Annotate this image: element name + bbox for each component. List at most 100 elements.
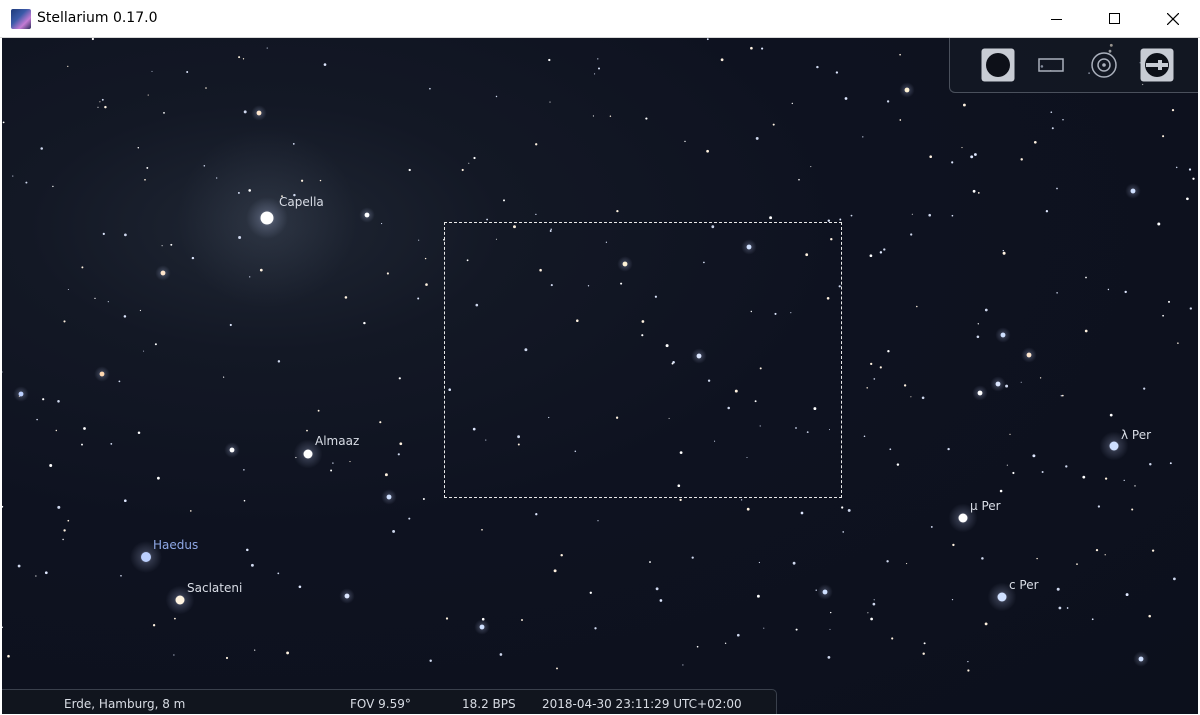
star bbox=[1130, 188, 1136, 194]
star bbox=[137, 431, 141, 434]
star bbox=[81, 443, 83, 446]
star bbox=[947, 447, 950, 451]
close-button[interactable] bbox=[1144, 0, 1200, 38]
star bbox=[887, 350, 890, 353]
star bbox=[266, 47, 268, 49]
window-title: Stellarium 0.17.0 bbox=[37, 10, 158, 26]
star bbox=[408, 168, 411, 172]
star bbox=[1104, 477, 1108, 480]
star bbox=[246, 548, 249, 552]
star bbox=[706, 38, 709, 41]
star bbox=[1097, 505, 1101, 508]
star bbox=[63, 529, 66, 532]
star bbox=[319, 179, 322, 182]
minimize-button[interactable] bbox=[1028, 0, 1086, 38]
ocular-config-button[interactable] bbox=[1140, 48, 1174, 82]
star bbox=[549, 101, 551, 103]
star bbox=[499, 653, 503, 656]
star bbox=[844, 97, 848, 100]
star bbox=[1173, 577, 1176, 581]
star bbox=[1084, 329, 1088, 333]
star bbox=[1177, 342, 1179, 344]
star bbox=[872, 602, 876, 606]
star bbox=[139, 309, 141, 312]
star bbox=[2, 121, 5, 124]
star bbox=[659, 599, 663, 602]
star bbox=[841, 506, 844, 509]
star bbox=[1002, 251, 1006, 255]
star bbox=[645, 117, 648, 120]
star bbox=[761, 47, 764, 50]
star bbox=[958, 513, 968, 523]
star bbox=[755, 136, 759, 140]
star bbox=[1109, 413, 1113, 417]
star bbox=[189, 510, 192, 512]
star bbox=[110, 443, 113, 445]
star bbox=[560, 553, 563, 557]
telrad-finder-button[interactable] bbox=[1087, 48, 1121, 82]
star bbox=[124, 233, 127, 237]
star bbox=[381, 223, 383, 225]
star bbox=[995, 381, 1001, 387]
star bbox=[18, 391, 24, 397]
star bbox=[292, 143, 295, 145]
star bbox=[928, 213, 931, 217]
ocular-view-button[interactable] bbox=[981, 48, 1015, 82]
star bbox=[535, 143, 538, 146]
star bbox=[1050, 111, 1053, 114]
star bbox=[556, 667, 558, 670]
star bbox=[967, 660, 969, 663]
star bbox=[1062, 119, 1064, 121]
star bbox=[951, 598, 954, 601]
star bbox=[1107, 288, 1110, 291]
star bbox=[468, 162, 470, 164]
star bbox=[123, 315, 127, 318]
star bbox=[756, 594, 760, 598]
star bbox=[679, 498, 682, 502]
star bbox=[277, 360, 281, 363]
star bbox=[17, 564, 21, 568]
star bbox=[910, 396, 912, 398]
star bbox=[879, 251, 883, 254]
datetime-text: 2018-04-30 23:11:29 UTC+02:00 bbox=[542, 697, 742, 711]
star bbox=[1009, 433, 1011, 435]
title-bar[interactable]: Stellarium 0.17.0 bbox=[0, 0, 1200, 38]
maximize-button[interactable] bbox=[1086, 0, 1144, 38]
star bbox=[746, 507, 750, 511]
star bbox=[1186, 197, 1189, 201]
star bbox=[120, 575, 122, 577]
star bbox=[364, 212, 370, 218]
star bbox=[535, 213, 537, 216]
label-haedus: Haedus bbox=[153, 538, 199, 552]
star bbox=[910, 233, 913, 236]
star bbox=[976, 335, 980, 339]
fov-text: FOV 9.59° bbox=[350, 697, 411, 711]
star bbox=[961, 147, 963, 149]
label-capella: Capella bbox=[279, 195, 324, 209]
star bbox=[891, 637, 894, 640]
star bbox=[1123, 479, 1125, 482]
star bbox=[1134, 485, 1136, 487]
star bbox=[57, 400, 60, 403]
sky-view[interactable]: Capella Almaaz Haedus Saclateni μ Per λ … bbox=[2, 38, 1198, 714]
star bbox=[1104, 554, 1106, 556]
star bbox=[1002, 249, 1004, 252]
star bbox=[1171, 108, 1175, 112]
sensor-frame-button[interactable] bbox=[1034, 48, 1068, 82]
star bbox=[1020, 381, 1022, 383]
star bbox=[398, 377, 401, 380]
star bbox=[1095, 548, 1099, 552]
star bbox=[36, 418, 38, 421]
star bbox=[1065, 465, 1068, 468]
star bbox=[495, 95, 498, 98]
star bbox=[962, 103, 966, 107]
star bbox=[1091, 618, 1094, 621]
star bbox=[896, 463, 900, 466]
star bbox=[481, 617, 485, 621]
ocular-telescope-icon bbox=[1140, 48, 1174, 82]
star bbox=[174, 617, 176, 620]
star bbox=[397, 453, 400, 456]
star bbox=[386, 272, 389, 275]
star bbox=[107, 301, 109, 303]
star bbox=[736, 633, 740, 637]
